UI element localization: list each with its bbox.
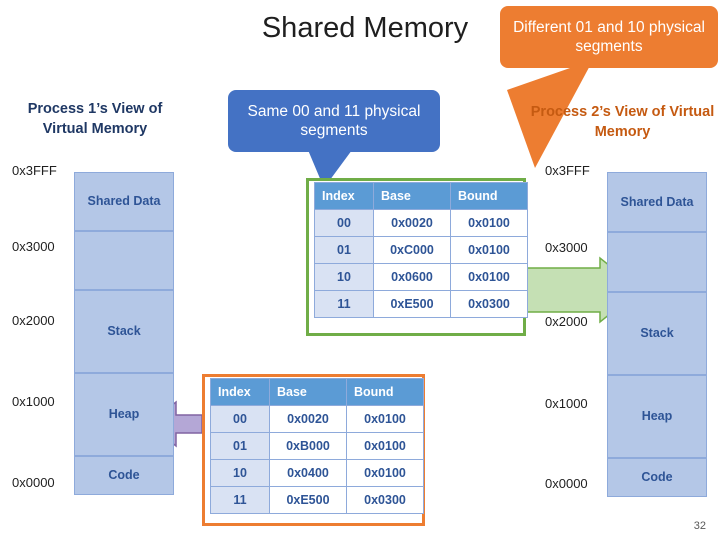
table-top-header-row: Index Base Bound: [314, 182, 528, 210]
process1-segment-code: Code: [74, 456, 174, 495]
table-bottom-r3-bound: 0x0300: [346, 486, 424, 514]
table-bottom-r0-index: 00: [210, 405, 270, 433]
table-bottom-r1-index: 01: [210, 432, 270, 460]
table-bottom-r0-bound: 0x0100: [346, 405, 424, 433]
process2-segment-shared-data: Shared Data: [607, 172, 707, 232]
table-bottom-r1-bound: 0x0100: [346, 432, 424, 460]
process1-segment-heap: Heap: [74, 373, 174, 456]
table-top-r1-bound: 0x0100: [450, 236, 528, 264]
process1-segment-stack: Stack: [74, 290, 174, 373]
table-bottom-r0-base: 0x0020: [269, 405, 347, 433]
table-top-header-base: Base: [373, 182, 451, 210]
table-bottom-r3-index: 11: [210, 486, 270, 514]
table-bottom-header-bound: Bound: [346, 378, 424, 406]
process2-addr-0x2000: 0x2000: [545, 314, 588, 329]
segment-table-bottom: Index Base Bound 00 0x0020 0x0100 01 0xB…: [210, 378, 424, 514]
process2-addr-0x1000: 0x1000: [545, 396, 588, 411]
table-top-r3-base: 0xE500: [373, 290, 451, 318]
process2-addr-0x3000: 0x3000: [545, 240, 588, 255]
process1-addr-0x3FFF: 0x3FFF: [12, 163, 57, 178]
table-top-r1-index: 01: [314, 236, 374, 264]
table-top-r0-base: 0x0020: [373, 209, 451, 237]
table-bottom-header-row: Index Base Bound: [210, 378, 424, 406]
process2-addr-0x0000: 0x0000: [545, 476, 588, 491]
process1-addr-0x0000: 0x0000: [12, 475, 55, 490]
table-bottom-r2-base: 0x0400: [269, 459, 347, 487]
table-top-r2-index: 10: [314, 263, 374, 291]
table-top-r0-index: 00: [314, 209, 374, 237]
table-top-r0-bound: 0x0100: [450, 209, 528, 237]
slide-root: Shared Memory Different 01 and 10 physic…: [0, 0, 720, 540]
table-row: 10 0x0400 0x0100: [210, 459, 424, 487]
process2-segment-empty: [607, 232, 707, 292]
process1-addr-0x3000: 0x3000: [12, 239, 55, 254]
table-bottom-header-base: Base: [269, 378, 347, 406]
process2-segment-heap: Heap: [607, 375, 707, 458]
table-top-r2-base: 0x0600: [373, 263, 451, 291]
table-bottom-r3-base: 0xE500: [269, 486, 347, 514]
callout-same-segments: Same 00 and 11 physical segments: [228, 90, 440, 152]
segment-table-top: Index Base Bound 00 0x0020 0x0100 01 0xC…: [314, 182, 528, 318]
page-number: 32: [693, 520, 706, 532]
table-row: 11 0xE500 0x0300: [210, 486, 424, 514]
table-row: 00 0x0020 0x0100: [314, 209, 528, 237]
process1-segment-shared-data: Shared Data: [74, 172, 174, 231]
table-row: 00 0x0020 0x0100: [210, 405, 424, 433]
process1-addr-0x1000: 0x1000: [12, 394, 55, 409]
table-top-r3-bound: 0x0300: [450, 290, 528, 318]
process1-heading: Process 1’s View of Virtual Memory: [27, 101, 163, 137]
table-bottom-r2-bound: 0x0100: [346, 459, 424, 487]
table-row: 01 0xB000 0x0100: [210, 432, 424, 460]
process2-segment-code: Code: [607, 458, 707, 497]
table-top-r2-bound: 0x0100: [450, 263, 528, 291]
process2-heading: Process 2’s View of Virtual Memory: [530, 104, 715, 140]
table-bottom-r1-base: 0xB000: [269, 432, 347, 460]
page-title: Shared Memory: [261, 12, 469, 44]
table-bottom-r2-index: 10: [210, 459, 270, 487]
table-bottom-header-index: Index: [210, 378, 270, 406]
table-top-header-bound: Bound: [450, 182, 528, 210]
table-top-header-index: Index: [314, 182, 374, 210]
process2-segment-stack: Stack: [607, 292, 707, 375]
table-row: 11 0xE500 0x0300: [314, 290, 528, 318]
table-row: 10 0x0600 0x0100: [314, 263, 528, 291]
process1-addr-0x2000: 0x2000: [12, 313, 55, 328]
table-top-r1-base: 0xC000: [373, 236, 451, 264]
table-top-r3-index: 11: [314, 290, 374, 318]
process2-addr-0x3FFF: 0x3FFF: [545, 163, 590, 178]
callout-different-segments: Different 01 and 10 physical segments: [500, 6, 718, 68]
process1-segment-empty: [74, 231, 174, 290]
table-row: 01 0xC000 0x0100: [314, 236, 528, 264]
